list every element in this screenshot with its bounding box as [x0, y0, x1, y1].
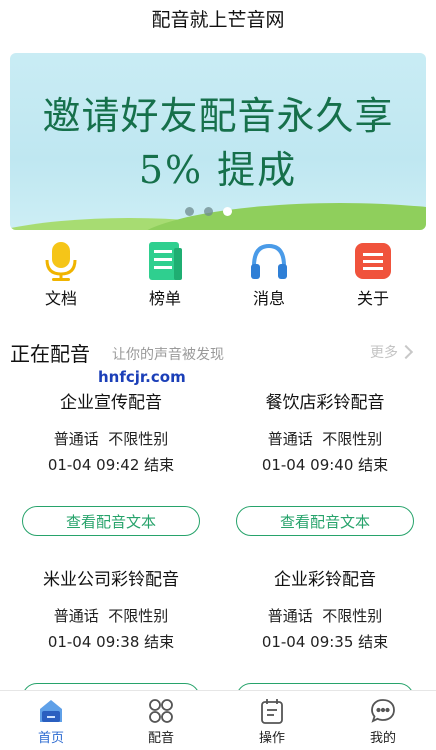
card-language: 普通话 — [53, 430, 99, 448]
card-title: 餐饮店彩铃配音 — [265, 393, 385, 413]
card-gender: 不限性别 — [108, 607, 169, 625]
card-deadline: 01-04 09:38 结束 — [47, 633, 175, 651]
section-title: 正在配音 — [10, 342, 90, 366]
tab-label: 我的 — [369, 731, 396, 746]
quick-nav-label: 文档 — [44, 289, 77, 308]
card-language: 普通话 — [267, 430, 313, 448]
quick-nav-docs[interactable]: 文档 — [31, 240, 91, 309]
quick-nav-label: 关于 — [356, 289, 389, 308]
pagination-dot-active[interactable] — [223, 207, 232, 216]
tab-label: 首页 — [37, 731, 64, 746]
quick-nav-ranking[interactable]: 榜单 — [135, 240, 195, 309]
banner-headline: 邀请好友配音永久享 — [42, 94, 394, 138]
section-subtitle: 让你的声音被发现 — [112, 347, 224, 363]
banner-hill-decoration — [130, 203, 426, 230]
card-meta: 普通话 不限性别 01-04 09:38 结束 — [20, 603, 202, 655]
menu-lines-icon — [352, 240, 394, 282]
card-gender: 不限性别 — [108, 430, 169, 448]
view-script-button[interactable]: 查看配音文本 — [22, 506, 200, 536]
banner-subheadline: 5% 提成 — [138, 148, 298, 192]
tab-label: 操作 — [258, 731, 285, 746]
promo-banner[interactable]: 邀请好友配音永久享 5% 提成 — [10, 53, 426, 230]
card-gender: 不限性别 — [322, 607, 383, 625]
tab-mine[interactable]: 我的 — [353, 697, 413, 746]
chat-bubble-icon — [369, 697, 397, 725]
quick-nav-label: 榜单 — [148, 289, 181, 308]
chevron-right-icon — [398, 344, 414, 360]
view-script-button[interactable]: 查看配音文本 — [236, 506, 414, 536]
card-title: 企业彩铃配音 — [274, 570, 376, 590]
tab-dubbing[interactable]: 配音 — [131, 697, 191, 746]
dubbing-card[interactable]: 企业宣传配音 普通话 不限性别 01-04 09:42 结束 查看配音文本 — [20, 390, 202, 536]
headphones-icon — [248, 240, 290, 282]
card-meta: 普通话 不限性别 01-04 09:35 结束 — [234, 603, 416, 655]
microphone-icon — [40, 240, 82, 282]
more-label: 更多 — [370, 345, 398, 361]
card-language: 普通话 — [53, 607, 99, 625]
card-meta: 普通话 不限性别 01-04 09:40 结束 — [234, 426, 416, 478]
watermark: hnfcjr.com — [98, 368, 186, 386]
card-title: 企业宣传配音 — [60, 393, 162, 413]
banner-pagination — [185, 207, 232, 216]
document-list-icon — [144, 240, 186, 282]
grid-icon — [147, 697, 175, 725]
app-title: 配音就上芒音网 — [151, 9, 285, 31]
quick-nav-label: 消息 — [252, 289, 285, 308]
tab-home[interactable]: 首页 — [21, 697, 81, 746]
card-deadline: 01-04 09:42 结束 — [47, 456, 175, 474]
more-link[interactable]: 更多 — [370, 342, 414, 362]
tab-operations[interactable]: 操作 — [242, 697, 302, 746]
tab-label: 配音 — [147, 731, 174, 746]
quick-nav-about[interactable]: 关于 — [343, 240, 403, 309]
pagination-dot[interactable] — [204, 207, 213, 216]
card-deadline: 01-04 09:35 结束 — [261, 633, 389, 651]
card-meta: 普通话 不限性别 01-04 09:42 结束 — [20, 426, 202, 478]
card-gender: 不限性别 — [322, 430, 383, 448]
bottom-tab-bar: 首页 配音 操作 我的 — [0, 690, 436, 750]
card-deadline: 01-04 09:40 结束 — [261, 456, 389, 474]
card-title: 米业公司彩铃配音 — [43, 570, 179, 590]
dubbing-card[interactable]: 餐饮店彩铃配音 普通话 不限性别 01-04 09:40 结束 查看配音文本 — [234, 390, 416, 536]
card-language: 普通话 — [267, 607, 313, 625]
pagination-dot[interactable] — [185, 207, 194, 216]
home-icon — [37, 697, 65, 725]
clipboard-icon — [258, 697, 286, 725]
quick-nav-messages[interactable]: 消息 — [239, 240, 299, 309]
